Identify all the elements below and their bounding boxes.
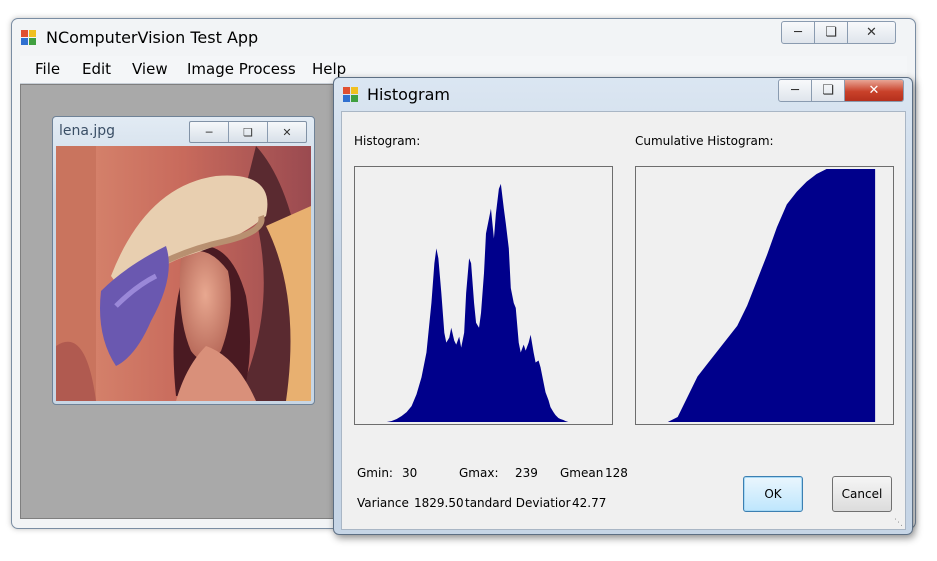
cumulative-histogram-plot — [635, 166, 894, 425]
minimize-icon: ─ — [791, 83, 799, 98]
variance-value: 1829.50 — [414, 496, 464, 510]
menu-edit[interactable]: Edit — [82, 60, 111, 78]
gmean-label: Gmean — [560, 466, 604, 480]
histogram-label: Histogram: — [354, 134, 421, 148]
histogram-plot — [354, 166, 613, 425]
histogram-dialog: Histogram ─ ❏ ✕ Histogram: Cumulative Hi… — [333, 77, 913, 535]
gmin-value: 30 — [402, 466, 418, 480]
child-maximize-button[interactable]: ❏ — [229, 122, 268, 142]
restore-icon: ❏ — [825, 25, 837, 40]
minimize-icon: ─ — [205, 125, 213, 139]
main-window-controls: ─ ❏ ✕ — [781, 21, 896, 44]
main-title-bar[interactable]: NComputerVision Test App ─ ❏ ✕ — [12, 19, 915, 55]
ok-button[interactable]: OK — [743, 476, 803, 512]
dialog-title: Histogram — [367, 85, 450, 104]
dialog-window-controls: ─ ❏ ✕ — [778, 79, 904, 102]
stddev-value: 42.77 — [572, 496, 607, 510]
dialog-client-area: Histogram: Cumulative Histogram: Gmin: 3… — [341, 111, 906, 530]
child-window-title: lena.jpg — [59, 123, 116, 139]
histogram-area — [386, 183, 595, 422]
dialog-minimize-button[interactable]: ─ — [779, 80, 812, 101]
child-minimize-button[interactable]: ─ — [190, 122, 229, 142]
gmax-value: 239 — [515, 466, 538, 480]
restore-icon: ❏ — [243, 125, 253, 139]
histogram-chart — [386, 183, 595, 422]
close-icon: ✕ — [868, 83, 880, 98]
stddev-label: tandard Deviatior — [465, 496, 571, 510]
app-title: NComputerVision Test App — [46, 28, 259, 47]
gmean-value: 128 — [605, 466, 628, 480]
menu-help[interactable]: Help — [312, 60, 346, 78]
cancel-button[interactable]: Cancel — [832, 476, 892, 512]
child-close-button[interactable]: ✕ — [268, 122, 306, 142]
cumulative-histogram-area — [667, 169, 876, 422]
lena-image — [56, 146, 311, 401]
close-icon: ✕ — [866, 25, 877, 40]
menu-image-process[interactable]: Image Process — [187, 60, 296, 78]
app-icon — [343, 87, 359, 103]
restore-icon: ❏ — [822, 83, 834, 98]
gmax-label: Gmax: — [459, 466, 499, 480]
cumulative-histogram-chart — [667, 169, 876, 422]
close-button[interactable]: ✕ — [848, 22, 895, 43]
image-child-window: lena.jpg ─ ❏ ✕ — [52, 116, 315, 405]
menu-file[interactable]: File — [35, 60, 60, 78]
child-window-controls: ─ ❏ ✕ — [189, 121, 307, 143]
resize-grip-icon[interactable]: ⋱ — [894, 518, 903, 528]
maximize-button[interactable]: ❏ — [815, 22, 848, 43]
lena-photo — [56, 146, 311, 401]
close-icon: ✕ — [282, 125, 292, 139]
app-icon — [21, 30, 37, 46]
dialog-maximize-button[interactable]: ❏ — [812, 80, 845, 101]
minimize-button[interactable]: ─ — [782, 22, 815, 43]
menu-view[interactable]: View — [132, 60, 168, 78]
cumulative-histogram-label: Cumulative Histogram: — [635, 134, 774, 148]
minimize-icon: ─ — [794, 25, 802, 40]
dialog-close-button[interactable]: ✕ — [845, 80, 903, 101]
gmin-label: Gmin: — [357, 466, 393, 480]
variance-label: Variance — [357, 496, 409, 510]
